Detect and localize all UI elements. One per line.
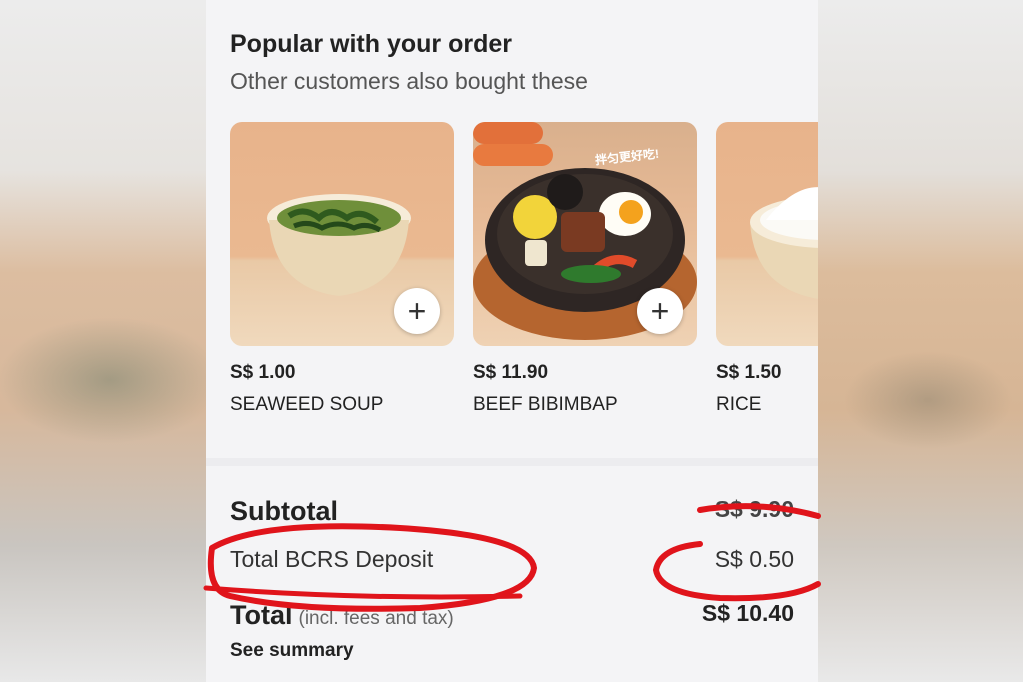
total-label: Total bbox=[230, 600, 293, 630]
product-name: SEAWEED SOUP bbox=[230, 394, 384, 415]
section-subtitle: Other customers also bought these bbox=[230, 68, 588, 94]
product-price: S$ 1.00 bbox=[230, 362, 296, 383]
bcrs-deposit-value: S$ 0.50 bbox=[714, 546, 794, 572]
see-summary-link[interactable]: See summary bbox=[230, 640, 354, 661]
total-value: S$ 10.40 bbox=[701, 600, 794, 626]
seaweed-soup-image: + bbox=[230, 122, 454, 346]
background-blur-right bbox=[818, 0, 1023, 682]
subtotal-row: Subtotal S$ 9.90 bbox=[230, 496, 794, 527]
soup-bowl-illustration bbox=[267, 194, 411, 296]
section-divider bbox=[206, 458, 818, 466]
subtotal-label: Subtotal bbox=[230, 496, 338, 526]
product-card-seaweed-soup[interactable]: + S$ 1.00 SEAWEED SOUP bbox=[230, 122, 454, 415]
product-card-beef-bibimbap[interactable]: 拌匀更好吃! + S$ 11.90 BEEF BIBIMBAP bbox=[473, 122, 697, 415]
product-card-rice[interactable]: S$ 1.50 RICE bbox=[716, 122, 818, 415]
see-summary-row[interactable]: See summary bbox=[230, 640, 794, 662]
subtotal-value: S$ 9.90 bbox=[714, 496, 794, 522]
product-name: BEEF BIBIMBAP bbox=[473, 394, 618, 415]
product-price: S$ 11.90 bbox=[473, 362, 549, 383]
section-title: Popular with your order bbox=[230, 30, 512, 58]
background-blur-left bbox=[0, 0, 206, 682]
total-note: (incl. fees and tax) bbox=[298, 608, 454, 629]
beef-bibimbap-image: 拌匀更好吃! + bbox=[473, 122, 697, 346]
order-screen: Popular with your order Other customers … bbox=[206, 0, 818, 682]
rice-image bbox=[716, 122, 818, 346]
bcrs-deposit-row: Total BCRS Deposit S$ 0.50 bbox=[230, 546, 794, 573]
add-beef-bibimbap-button[interactable]: + bbox=[637, 288, 683, 334]
bcrs-deposit-label: Total BCRS Deposit bbox=[230, 546, 434, 572]
add-seaweed-soup-button[interactable]: + bbox=[394, 288, 440, 334]
rice-bowl-illustration bbox=[750, 187, 818, 299]
product-name: RICE bbox=[716, 394, 762, 415]
product-price: S$ 1.50 bbox=[716, 362, 782, 383]
total-row: Total (incl. fees and tax) S$ 10.40 bbox=[230, 600, 794, 631]
